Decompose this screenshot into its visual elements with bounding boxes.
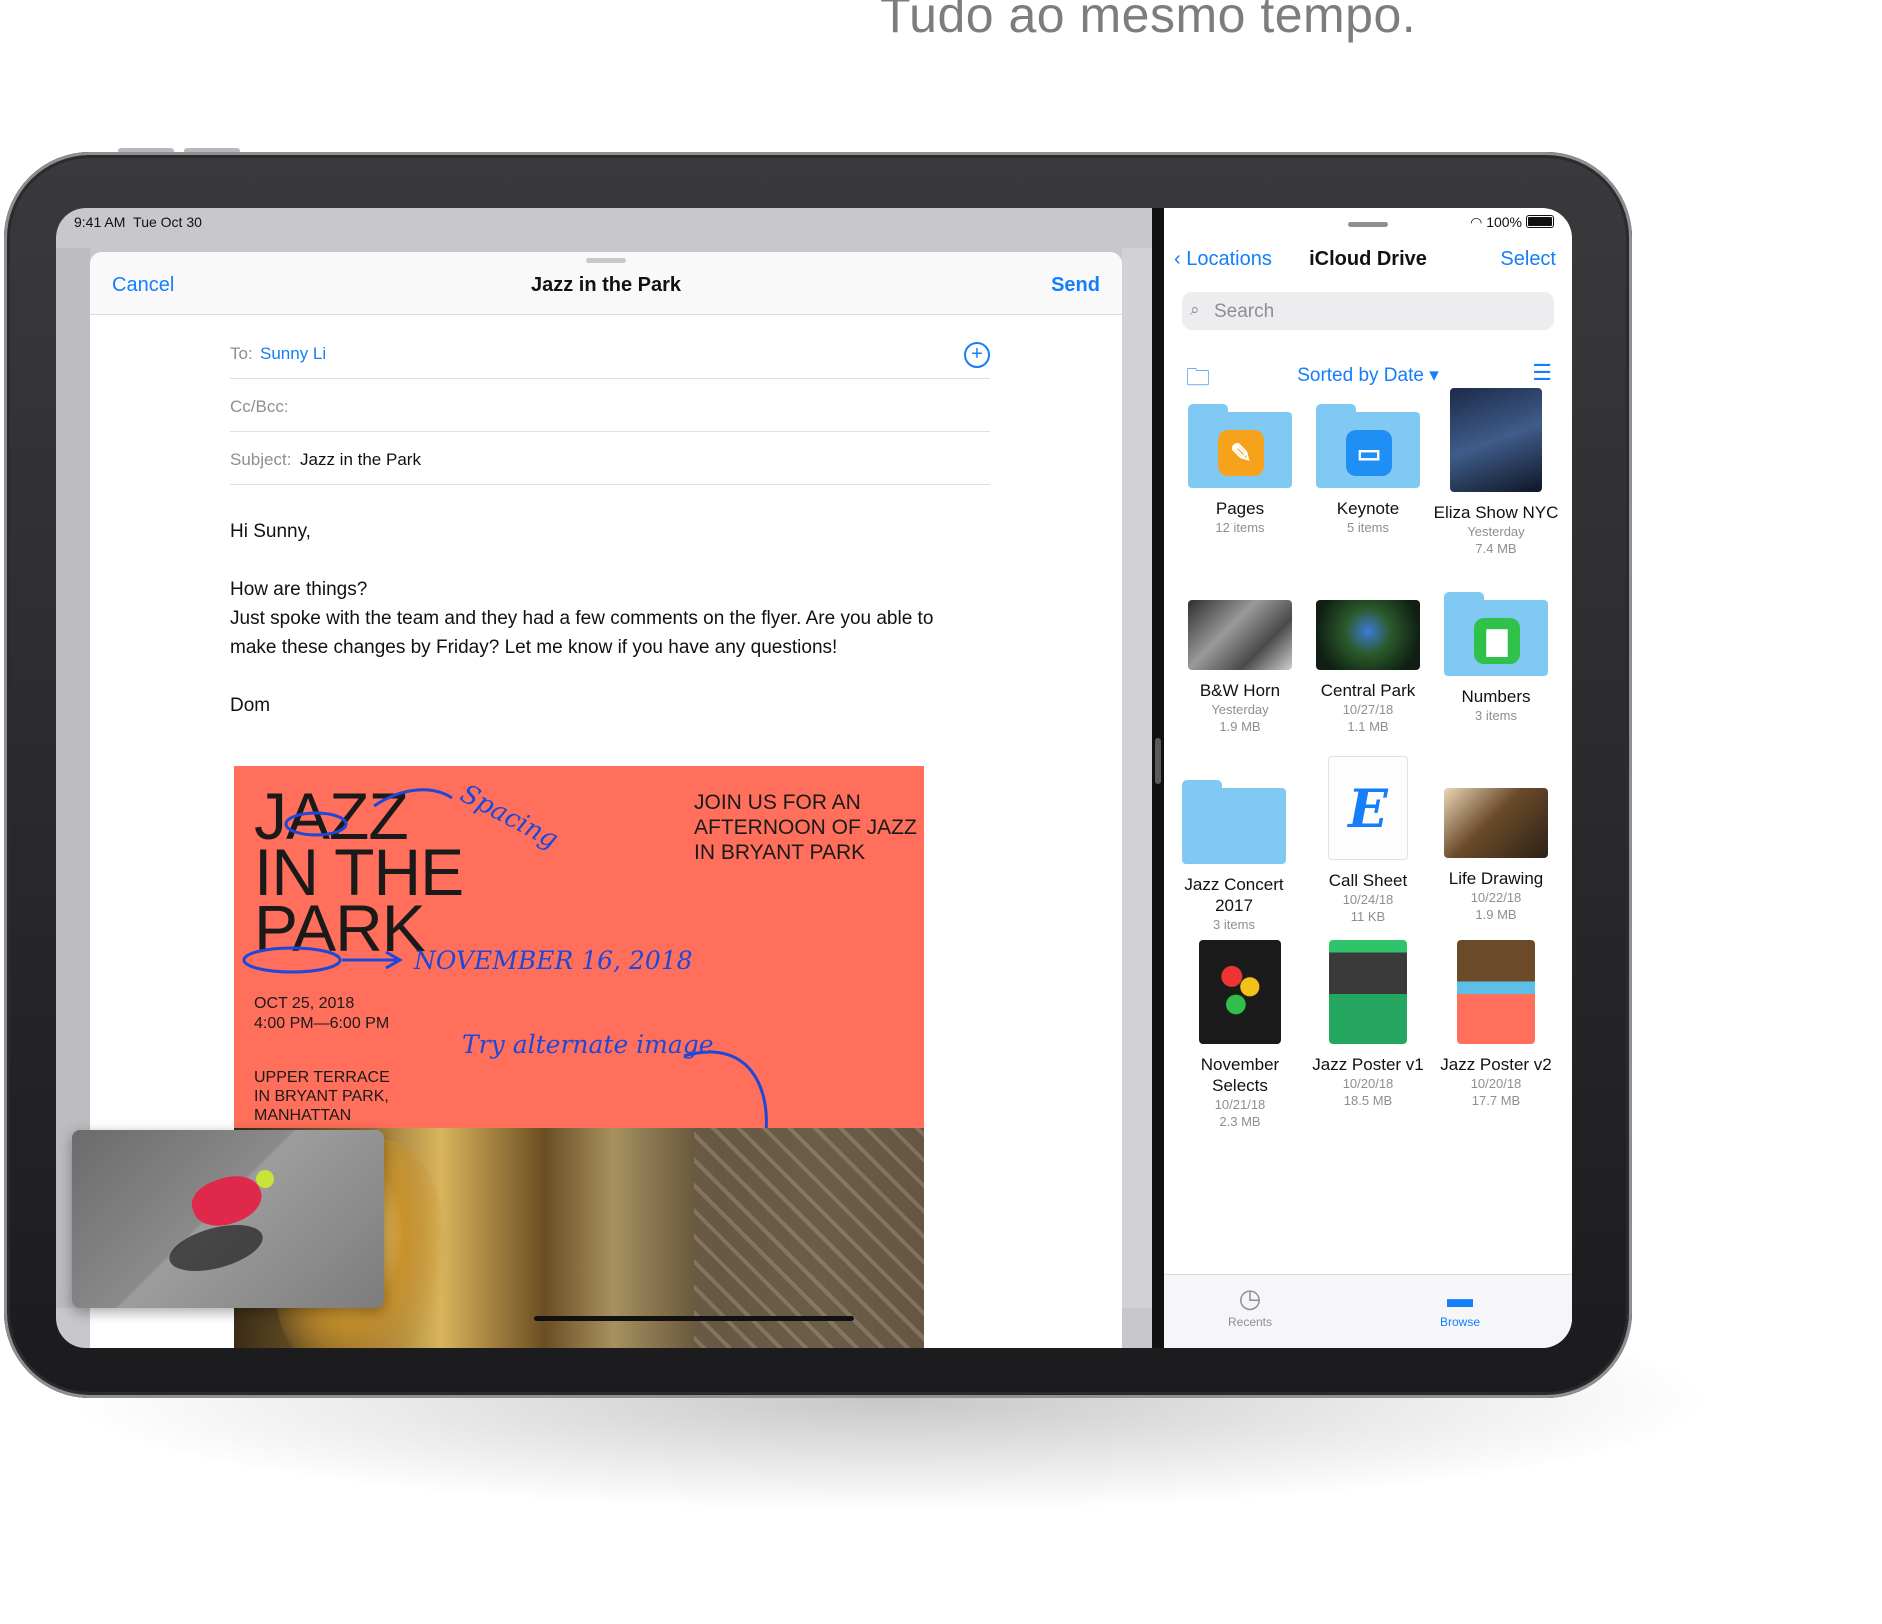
chevron-down-icon: ▾ <box>1429 365 1439 386</box>
search-field[interactable]: ⌕ Search <box>1182 292 1554 330</box>
headline: Tudo ao mesmo tempo. <box>880 0 1417 43</box>
photo-thumbnail <box>1316 600 1420 670</box>
poster-thumbnail <box>1329 940 1407 1044</box>
cc-bcc-label: Cc/Bcc: <box>230 397 289 416</box>
battery-icon <box>1526 215 1554 228</box>
tab-browse[interactable]: ▬ Browse <box>1390 1281 1530 1329</box>
grid-item-jazz-poster-v2[interactable]: Jazz Poster v2 10/20/18 17.7 MB <box>1432 940 1560 1109</box>
search-icon: ⌕ <box>1190 300 1200 319</box>
message-body[interactable]: Hi Sunny, How are things? Just spoke wit… <box>230 517 990 720</box>
annotation-image: Try alternate image <box>462 1030 714 1059</box>
mail-pane: 9:41 AM Tue Oct 30 Cancel Jazz in the Pa… <box>56 208 1152 1348</box>
photo-thumbnail <box>1188 600 1292 670</box>
sheet-grabber[interactable] <box>586 258 626 263</box>
grid-item-november-selects[interactable]: November Selects 10/21/18 2.3 MB <box>1176 940 1304 1130</box>
document-icon: E <box>1328 756 1408 860</box>
grid-item-numbers[interactable]: ▇ Numbers 3 items <box>1432 592 1560 724</box>
grid-item-jazz-concert[interactable]: Jazz Concert 2017 3 items <box>1170 780 1298 933</box>
cc-bcc-field[interactable]: Cc/Bcc: <box>230 379 990 432</box>
subject-field[interactable]: Subject: Jazz in the Park <box>230 432 990 485</box>
slide-over-grabber[interactable] <box>1348 222 1388 227</box>
search-placeholder: Search <box>1214 301 1275 322</box>
grid-item-keynote[interactable]: ▭ Keynote 5 items <box>1304 404 1432 536</box>
split-view-handle[interactable] <box>1155 738 1161 784</box>
ipad-screen: 9:41 AM Tue Oct 30 Cancel Jazz in the Pa… <box>56 208 1572 1348</box>
subject-label: Subject: <box>230 450 292 469</box>
body-line: How are things? <box>230 579 368 600</box>
grid-item-jazz-poster-v1[interactable]: Jazz Poster v1 10/20/18 18.5 MB <box>1304 940 1432 1109</box>
folder-icon: ▬ <box>1447 1283 1473 1313</box>
pages-icon: ✎ <box>1218 430 1264 476</box>
numbers-icon: ▇ <box>1474 618 1520 664</box>
status-bar-left: 9:41 AM Tue Oct 30 <box>74 214 202 230</box>
tab-bar: ◷ Recents ▬ Browse <box>1164 1274 1572 1348</box>
compose-nav-bar: Cancel Jazz in the Park Send <box>90 252 1122 315</box>
grid-item-call-sheet[interactable]: E Call Sheet 10/24/18 11 KB <box>1304 756 1432 925</box>
home-indicator[interactable] <box>534 1316 854 1321</box>
annotation-date: NOVEMBER 16, 2018 <box>414 946 693 975</box>
mail-detail-behind <box>1122 248 1152 1308</box>
select-button[interactable]: Select <box>1500 248 1556 271</box>
grid-item-central-park[interactable]: Central Park 10/27/18 1.1 MB <box>1304 600 1432 735</box>
clock-icon: ◷ <box>1238 1283 1262 1313</box>
folder-icon: ▇ <box>1444 592 1548 676</box>
cobblestone-image <box>694 1128 924 1348</box>
status-bar-right: ◠ 100% <box>1470 214 1554 231</box>
grid-item-eliza-show[interactable]: Eliza Show NYC Yesterday 7.4 MB <box>1432 388 1560 557</box>
battery-percent: 100% <box>1486 214 1522 230</box>
status-time: 9:41 AM <box>74 214 126 230</box>
folder-icon: ✎ <box>1188 404 1292 488</box>
photo-thumbnail <box>1444 788 1548 858</box>
send-button[interactable]: Send <box>1051 274 1100 297</box>
add-recipient-icon[interactable]: + <box>964 342 990 368</box>
files-pane: ◠ 100% ‹ Locations iCloud Drive Select ⌕… <box>1164 208 1572 1348</box>
tab-recents[interactable]: ◷ Recents <box>1180 1281 1320 1329</box>
poster-thumbnail <box>1457 940 1535 1044</box>
list-view-icon[interactable]: ☰ <box>1532 360 1552 386</box>
picture-in-picture-video[interactable] <box>72 1130 384 1308</box>
to-label: To: <box>230 344 253 363</box>
status-date: Tue Oct 30 <box>133 214 202 230</box>
grid-item-life-drawing[interactable]: Life Drawing 10/22/18 1.9 MB <box>1432 788 1560 923</box>
body-greeting: Hi Sunny, <box>230 521 311 542</box>
body-line: make these changes by Friday? Let me kno… <box>230 637 838 658</box>
body-line: Just spoke with the team and they had a … <box>230 608 934 629</box>
body-signoff: Dom <box>230 695 271 716</box>
wifi-icon: ◠ <box>1470 214 1483 230</box>
folder-icon <box>1182 780 1286 864</box>
grid-item-pages[interactable]: ✎ Pages 12 items <box>1176 404 1304 536</box>
photo-thumbnail <box>1199 940 1281 1044</box>
keynote-icon: ▭ <box>1346 430 1392 476</box>
subject-value[interactable]: Jazz in the Park <box>300 450 421 470</box>
to-field[interactable]: To: Sunny Li + <box>230 326 990 379</box>
photo-thumbnail <box>1450 388 1542 492</box>
grid-item-bw-horn[interactable]: B&W Horn Yesterday 1.9 MB <box>1176 600 1304 735</box>
folder-icon: ▭ <box>1316 404 1420 488</box>
compose-title: Jazz in the Park <box>530 274 682 296</box>
sort-menu[interactable]: Sorted by Date ▾ <box>1164 364 1572 387</box>
recipient-token[interactable]: Sunny Li <box>260 344 326 364</box>
